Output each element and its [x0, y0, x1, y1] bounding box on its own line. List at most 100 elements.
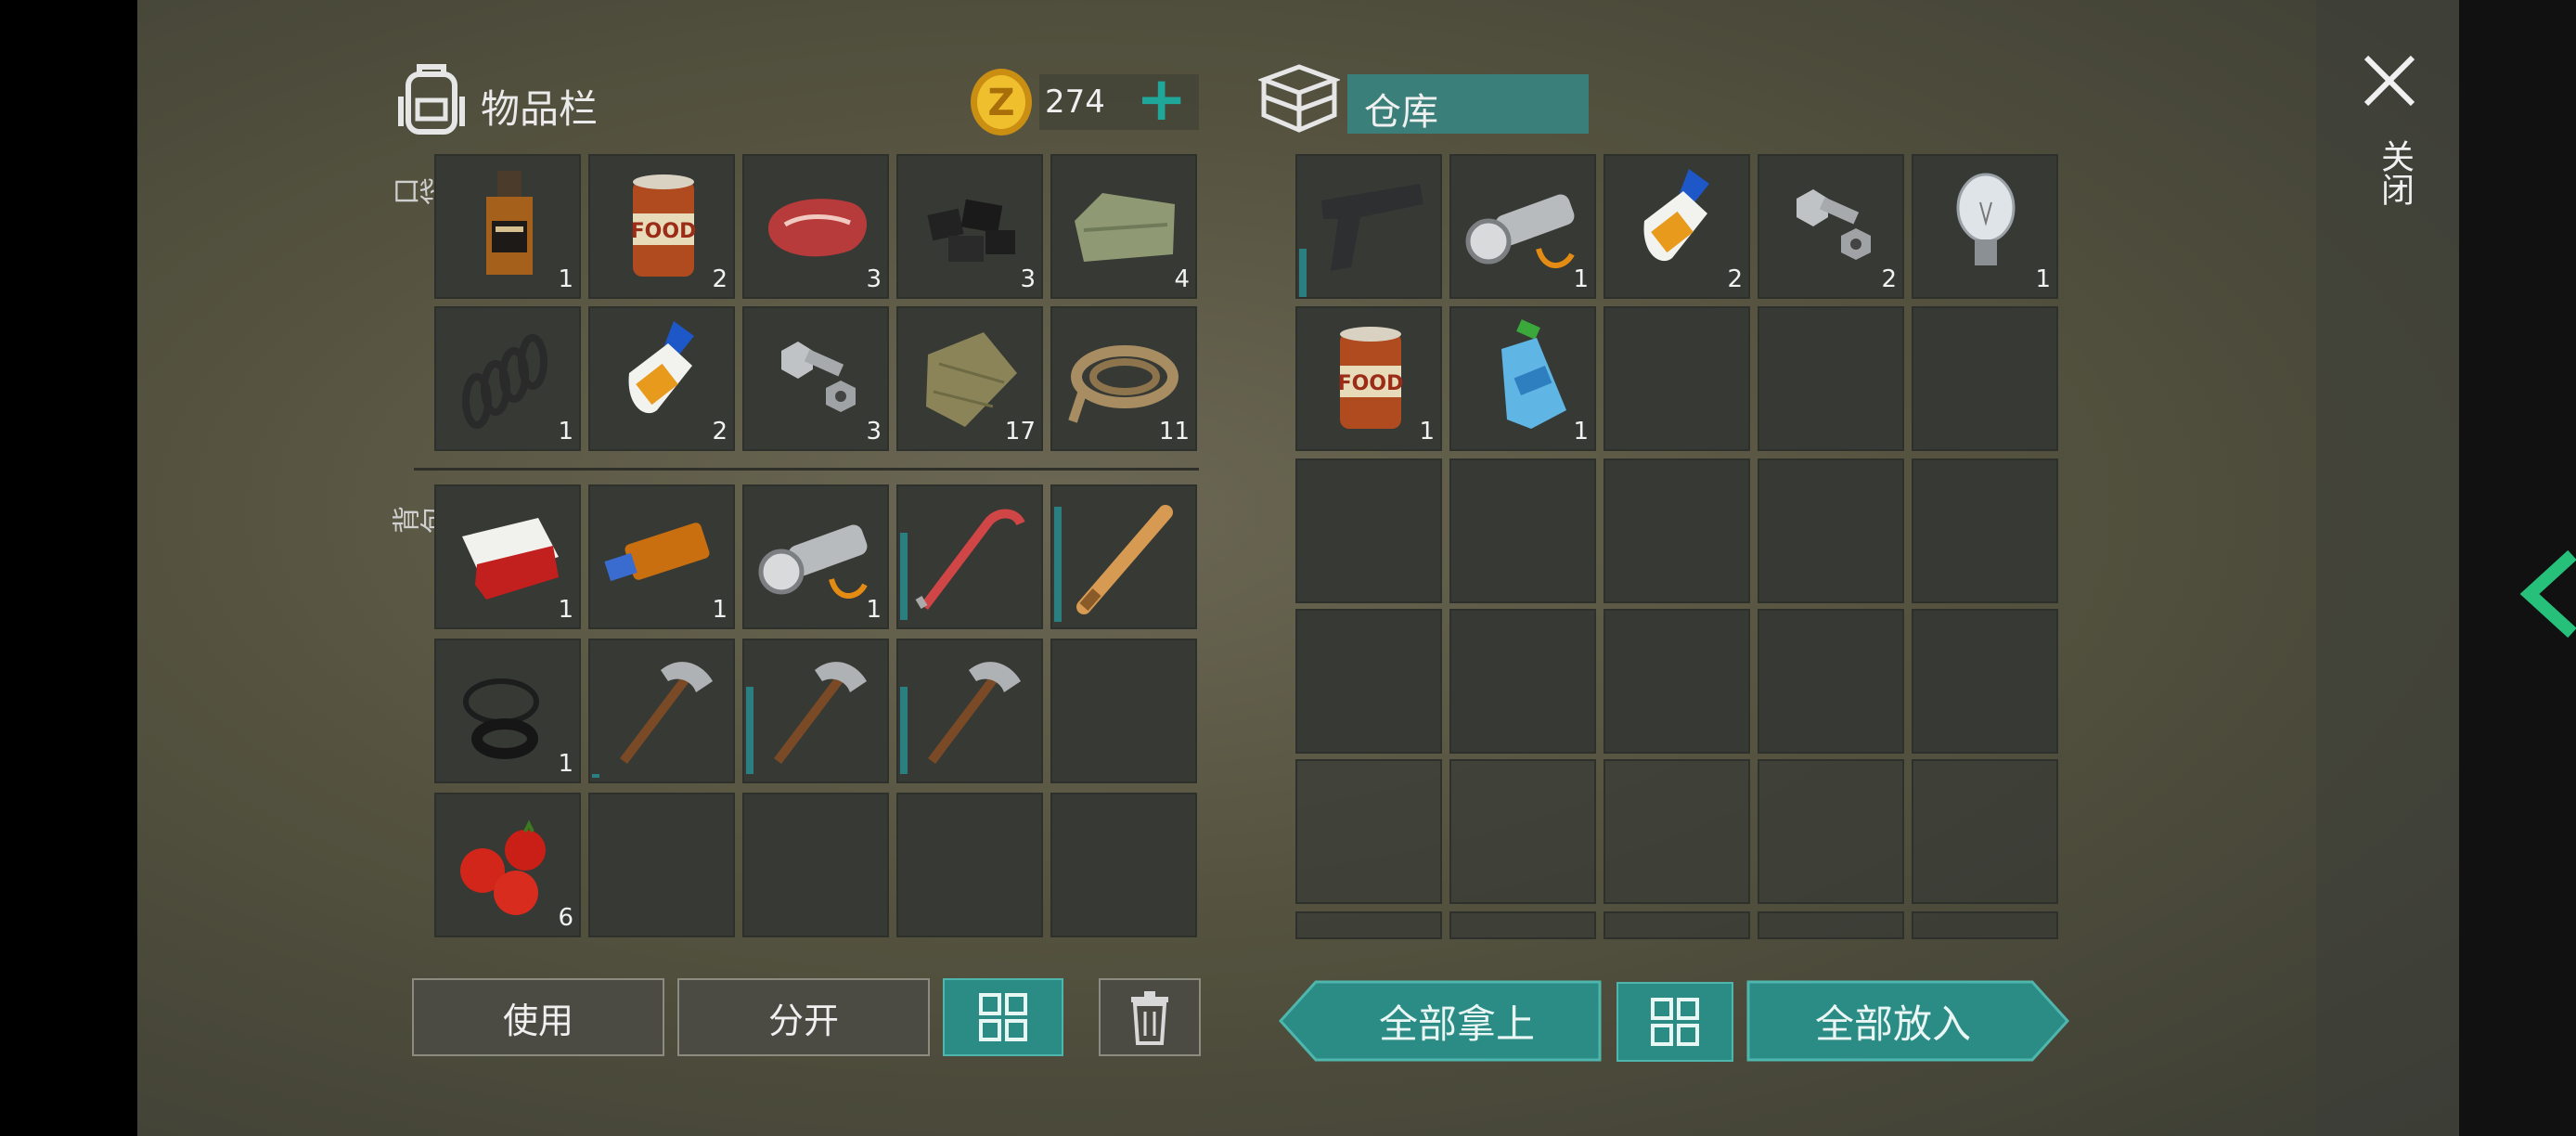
inventory-slot[interactable]: 4 — [1050, 154, 1197, 299]
put-all-label: 全部放入 — [1814, 1001, 1971, 1047]
inventory-slot[interactable]: 3 — [896, 154, 1043, 299]
empty-slot[interactable] — [1912, 759, 2058, 904]
item-count: 3 — [866, 265, 882, 293]
empty-slot[interactable] — [1912, 458, 2058, 603]
empty-slot[interactable] — [1449, 759, 1596, 904]
inventory-slot[interactable] — [896, 484, 1043, 629]
inventory-slot[interactable]: 17 — [896, 306, 1043, 451]
bolt-nut-icon — [1797, 189, 1871, 260]
empty-slot[interactable] — [1295, 458, 1442, 603]
light-bulb-icon — [1956, 173, 2016, 265]
item-count: 3 — [1020, 265, 1036, 293]
empty-slot[interactable] — [742, 793, 889, 937]
inventory-slot[interactable]: 11 — [1050, 306, 1197, 451]
item-count: 1 — [558, 265, 573, 293]
item-count: 1 — [1573, 418, 1589, 445]
inventory-slot[interactable]: 1 — [1912, 154, 2058, 299]
section-divider — [414, 468, 1199, 471]
empty-slot[interactable] — [1912, 911, 2058, 939]
glue-icon — [1643, 169, 1709, 262]
inventory-slot[interactable]: 1 — [742, 484, 889, 629]
coin-amount: 274 — [1045, 84, 1105, 121]
durability-bar — [1054, 507, 1062, 622]
close-label[interactable]: 关闭 — [2370, 139, 2418, 206]
empty-slot[interactable] — [1604, 911, 1750, 939]
empty-slot[interactable] — [1449, 911, 1596, 939]
trash-button[interactable] — [1099, 978, 1201, 1056]
inventory-title: 物品栏 — [481, 86, 599, 132]
empty-slot[interactable] — [1449, 609, 1596, 754]
sort-grid-button[interactable] — [943, 978, 1063, 1056]
inventory-slot[interactable]: 1 — [434, 306, 581, 451]
inventory-slot[interactable] — [742, 639, 889, 783]
item-count: 3 — [866, 418, 882, 445]
split-button[interactable]: 分开 — [677, 978, 930, 1056]
durability-bar — [592, 774, 599, 778]
empty-slot[interactable] — [1295, 609, 1442, 754]
inventory-slot[interactable] — [1050, 484, 1197, 629]
pickaxe-icon — [620, 662, 713, 765]
empty-slot[interactable] — [896, 793, 1043, 937]
coal-icon — [927, 199, 1015, 262]
inventory-slot[interactable]: 3 — [742, 306, 889, 451]
empty-slot[interactable] — [1758, 458, 1904, 603]
empty-slot[interactable] — [1295, 911, 1442, 939]
add-coins-button[interactable]: + — [1136, 69, 1187, 130]
whiskey-bottle-icon — [486, 171, 533, 275]
item-count: 1 — [558, 418, 573, 445]
item-count: 6 — [558, 904, 573, 932]
empty-slot[interactable] — [1758, 911, 1904, 939]
canned-food-icon: FOOD — [631, 174, 697, 277]
grid-icon — [979, 993, 1027, 1041]
coin-icon: Z — [971, 69, 1032, 136]
empty-slot[interactable] — [1604, 458, 1750, 603]
inventory-slot[interactable]: 1 — [1449, 154, 1596, 299]
inventory-slot[interactable]: 2 — [1604, 154, 1750, 299]
inventory-slot[interactable]: 1 — [588, 484, 735, 629]
water-bottle-icon — [1501, 319, 1566, 429]
inventory-slot[interactable]: 3 — [742, 154, 889, 299]
empty-slot[interactable] — [1758, 306, 1904, 451]
crowbar-icon — [915, 509, 1025, 611]
empty-slot[interactable] — [1912, 306, 2058, 451]
warehouse-sort-button[interactable] — [1616, 982, 1733, 1062]
empty-slot[interactable] — [1295, 759, 1442, 904]
inventory-slot[interactable]: 1 — [434, 154, 581, 299]
empty-slot[interactable] — [588, 793, 735, 937]
inventory-slot[interactable]: 6 — [434, 793, 581, 937]
empty-slot[interactable] — [1449, 458, 1596, 603]
inventory-slot[interactable]: FOOD 1 — [1295, 306, 1442, 451]
svg-text:FOOD: FOOD — [631, 220, 697, 243]
tomatoes-icon — [460, 820, 546, 915]
inventory-slot[interactable]: 2 — [1758, 154, 1904, 299]
item-count: 1 — [558, 750, 573, 778]
flashlight-icon — [758, 524, 868, 599]
inventory-slot[interactable] — [588, 639, 735, 783]
empty-slot[interactable] — [1758, 759, 1904, 904]
close-icon[interactable] — [2357, 48, 2422, 113]
empty-slot[interactable] — [1604, 609, 1750, 754]
item-count: 1 — [558, 596, 573, 624]
inventory-slot[interactable]: 2 — [588, 306, 735, 451]
durability-bar — [900, 687, 908, 774]
item-count: 2 — [712, 265, 728, 293]
empty-slot[interactable] — [1758, 609, 1904, 754]
durability-bar — [1299, 249, 1307, 297]
item-count: 1 — [1573, 265, 1589, 293]
warehouse-title: 仓库 — [1364, 91, 1438, 134]
empty-slot[interactable] — [1604, 306, 1750, 451]
inventory-slot[interactable]: 1 — [434, 639, 581, 783]
use-button[interactable]: 使用 — [412, 978, 664, 1056]
expand-arrow-icon[interactable] — [2517, 548, 2576, 640]
inventory-slot[interactable]: 1 — [1449, 306, 1596, 451]
pickaxe-icon — [928, 662, 1021, 765]
empty-slot[interactable] — [1050, 639, 1197, 783]
empty-slot[interactable] — [1604, 759, 1750, 904]
inventory-slot[interactable] — [1295, 154, 1442, 299]
inventory-slot[interactable]: 1 — [434, 484, 581, 629]
inventory-slot[interactable]: FOOD 2 — [588, 154, 735, 299]
empty-slot[interactable] — [1050, 793, 1197, 937]
inventory-slot[interactable] — [896, 639, 1043, 783]
empty-slot[interactable] — [1912, 609, 2058, 754]
raw-meat-icon — [767, 199, 867, 257]
